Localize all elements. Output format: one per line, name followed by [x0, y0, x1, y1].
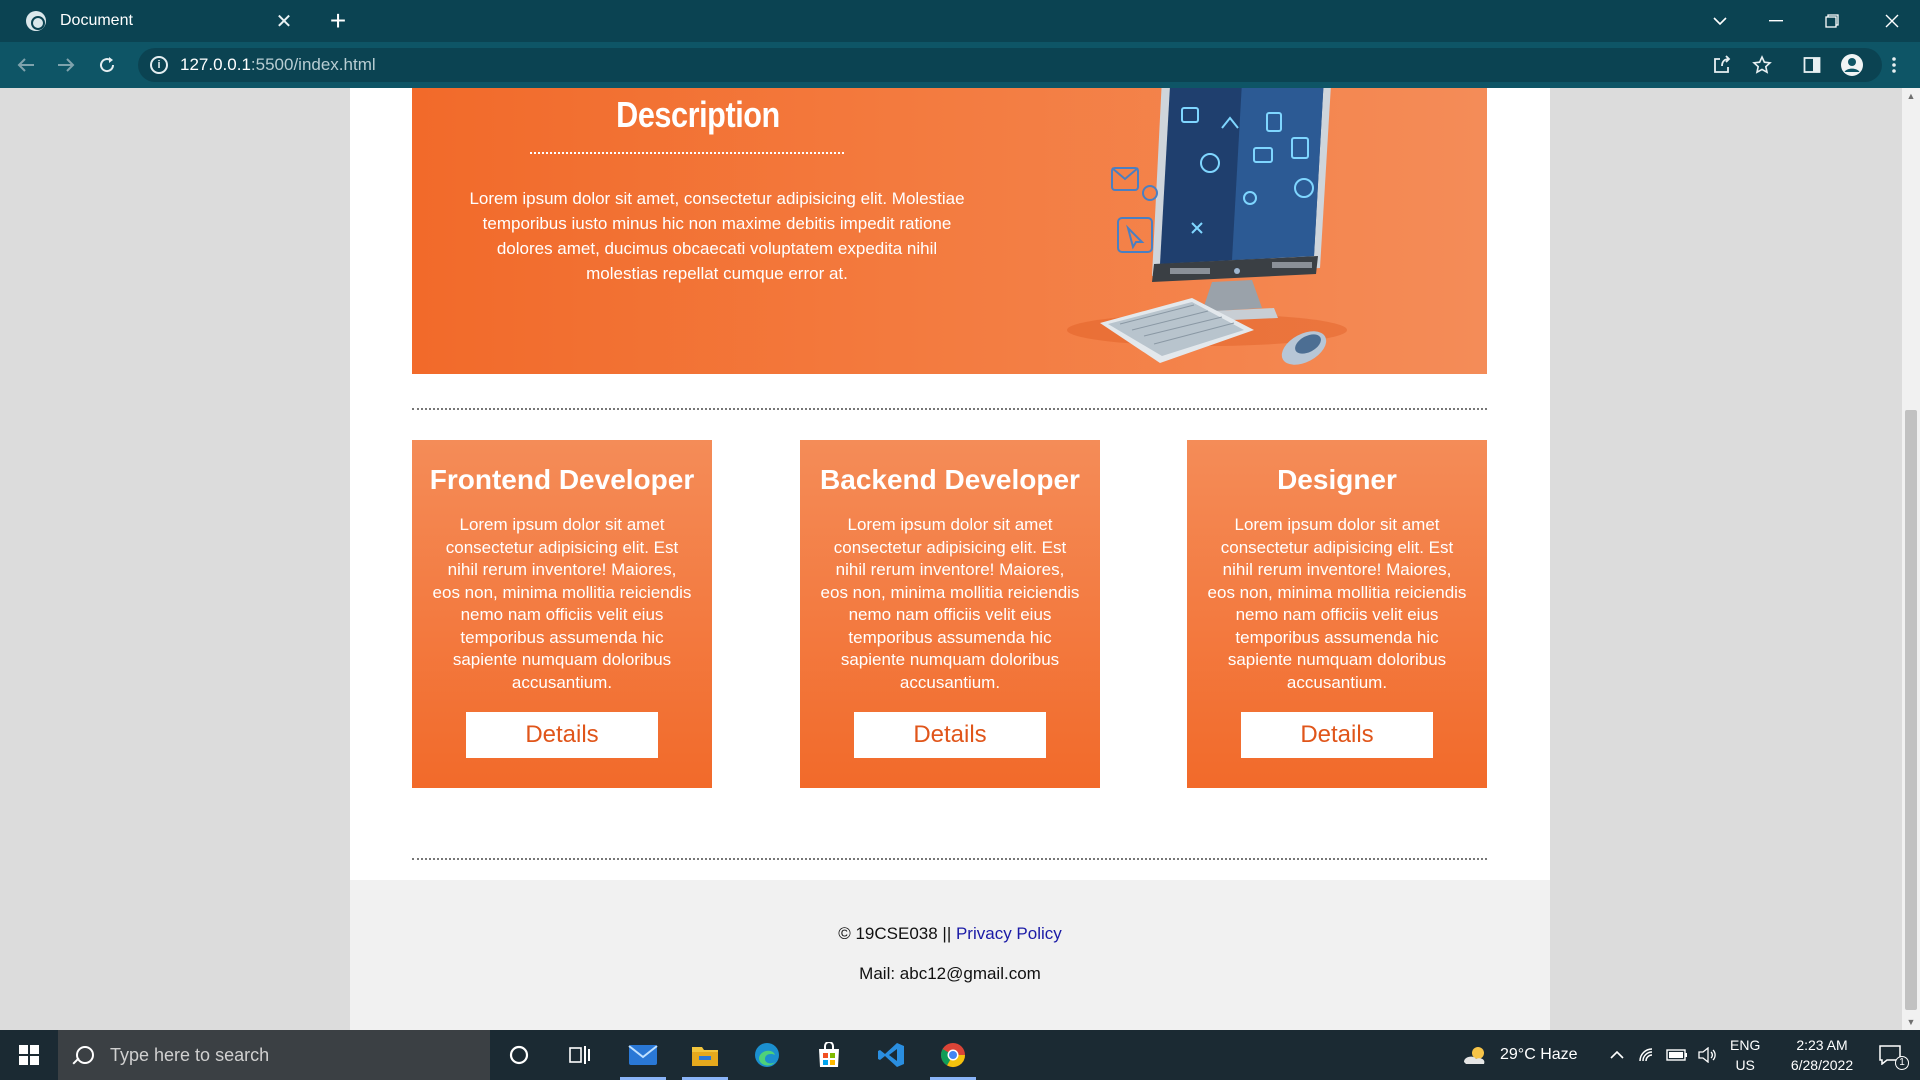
weather-widget[interactable]: 29°C Haze	[1462, 1030, 1578, 1080]
details-button[interactable]: Details	[854, 712, 1046, 758]
privacy-policy-link[interactable]: Privacy Policy	[956, 924, 1062, 943]
system-tray-icons[interactable]	[1610, 1030, 1718, 1080]
scroll-up-icon[interactable]: ▲	[1902, 88, 1920, 104]
notification-center-button[interactable]: 1	[1868, 1030, 1912, 1080]
profile-icon[interactable]	[1838, 51, 1866, 79]
card-designer: Designer Lorem ipsum dolor sit amet cons…	[1187, 440, 1487, 788]
microsoft-store-icon[interactable]	[800, 1030, 858, 1080]
side-panel-icon[interactable]	[1798, 51, 1826, 79]
card-text: Lorem ipsum dolor sit amet consectetur a…	[432, 515, 692, 692]
scrollbar-thumb[interactable]	[1905, 410, 1917, 1010]
site-info-icon[interactable]: i	[150, 56, 168, 74]
weather-text: 29°C Haze	[1500, 1046, 1578, 1063]
url-path: :5500/index.html	[250, 55, 376, 74]
browser-tab-bar: Document ✕ +	[0, 0, 1920, 42]
page-container: Description Lorem ipsum dolor sit amet, …	[350, 88, 1550, 1030]
region-code: US	[1735, 1057, 1755, 1073]
card-text: Lorem ipsum dolor sit amet consectetur a…	[820, 515, 1080, 692]
task-view-icon[interactable]	[551, 1030, 609, 1080]
battery-icon[interactable]	[1666, 1049, 1688, 1061]
card-backend-developer: Backend Developer Lorem ipsum dolor sit …	[800, 440, 1100, 788]
description-text: Lorem ipsum dolor sit amet, consectetur …	[469, 189, 965, 283]
page-viewport: Description Lorem ipsum dolor sit amet, …	[0, 88, 1902, 1030]
share-icon[interactable]	[1708, 51, 1736, 79]
card-text: Lorem ipsum dolor sit amet consectetur a…	[1207, 515, 1467, 692]
section-divider	[412, 858, 1487, 860]
title-underline	[530, 152, 844, 154]
wifi-icon[interactable]	[1638, 1047, 1656, 1063]
kebab-menu-icon[interactable]	[1880, 51, 1908, 79]
weather-haze-icon	[1464, 1047, 1485, 1064]
windows-start-button[interactable]	[0, 1030, 58, 1080]
browser-toolbar: i 127.0.0.1:5500/index.html	[0, 42, 1920, 88]
address-bar[interactable]: i 127.0.0.1:5500/index.html	[138, 48, 1882, 82]
scroll-down-icon[interactable]: ▼	[1902, 1014, 1920, 1030]
description-banner: Description Lorem ipsum dolor sit amet, …	[412, 88, 1487, 374]
card-title: Frontend Developer	[429, 464, 695, 495]
browser-tab[interactable]: Document ✕	[10, 0, 310, 42]
volume-icon[interactable]	[1698, 1047, 1718, 1063]
globe-icon	[26, 11, 46, 31]
notification-count: 1	[1895, 1056, 1909, 1070]
window-close-button[interactable]	[1864, 0, 1920, 42]
clock-time: 2:23 AM	[1796, 1037, 1848, 1053]
footer-copyright-line: © 19CSE038 || Privacy Policy	[350, 924, 1550, 944]
language-code: ENG	[1730, 1037, 1761, 1053]
card-frontend-developer: Frontend Developer Lorem ipsum dolor sit…	[412, 440, 712, 788]
taskbar-search-box[interactable]: Type here to search	[58, 1030, 490, 1080]
windows-taskbar: Type here to search 29°C Haze ENG US 2:2…	[0, 1030, 1920, 1080]
computer-illustration	[1067, 88, 1347, 365]
chrome-browser-icon[interactable]	[924, 1030, 982, 1080]
section-divider	[412, 408, 1487, 410]
card-title: Backend Developer	[820, 464, 1080, 495]
chevron-up-icon[interactable]	[1610, 1050, 1624, 1060]
details-button[interactable]: Details	[1241, 712, 1433, 758]
copyright-text: © 19CSE038 ||	[838, 924, 956, 943]
search-icon	[76, 1046, 94, 1064]
arrow-right-icon[interactable]	[50, 49, 82, 81]
details-button[interactable]: Details	[466, 712, 658, 758]
arrow-left-icon[interactable]	[10, 49, 42, 81]
language-indicator[interactable]: ENG US	[1730, 1030, 1760, 1080]
footer-mail: Mail: abc12@gmail.com	[859, 964, 1041, 983]
new-tab-button[interactable]: +	[322, 6, 354, 38]
restore-button[interactable]	[1804, 0, 1860, 42]
windows-logo-icon	[19, 1045, 39, 1065]
star-icon[interactable]	[1748, 51, 1776, 79]
page-scrollbar[interactable]: ▲ ▼	[1902, 88, 1920, 1030]
minimize-button[interactable]	[1748, 0, 1804, 42]
clock[interactable]: 2:23 AM 6/28/2022	[1776, 1030, 1868, 1080]
url-host: 127.0.0.1	[180, 55, 251, 74]
cortana-icon[interactable]	[490, 1030, 548, 1080]
page-footer: © 19CSE038 || Privacy Policy Mail: abc12…	[350, 880, 1550, 1030]
tab-close-icon[interactable]: ✕	[272, 9, 296, 34]
description-title: Description	[616, 94, 780, 135]
mail-app-icon[interactable]	[614, 1030, 672, 1080]
tab-search-chevron-icon[interactable]	[1692, 0, 1748, 42]
file-explorer-icon[interactable]	[676, 1030, 734, 1080]
search-placeholder: Type here to search	[110, 1044, 270, 1065]
reload-icon[interactable]	[91, 49, 123, 81]
clock-date: 6/28/2022	[1790, 1057, 1854, 1073]
card-title: Designer	[1277, 464, 1397, 495]
edge-browser-icon[interactable]	[738, 1030, 796, 1080]
tab-title: Document	[60, 12, 133, 29]
url-text: 127.0.0.1:5500/index.html	[180, 55, 376, 75]
vscode-icon[interactable]	[862, 1030, 920, 1080]
